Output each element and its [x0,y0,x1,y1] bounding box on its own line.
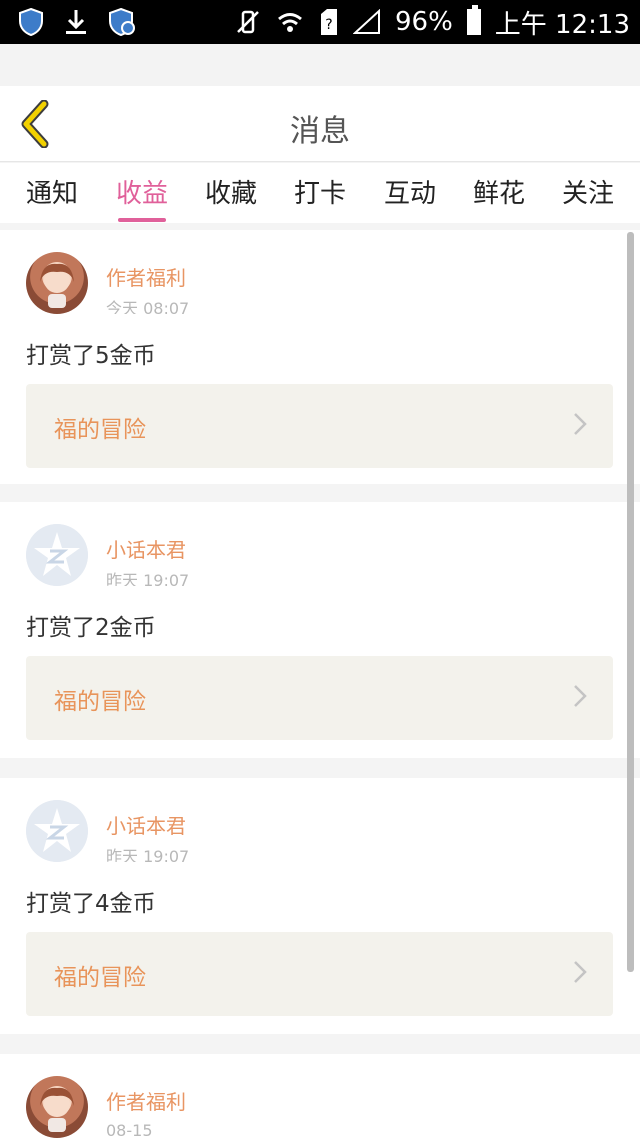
book-link-card[interactable]: 福的冒险 [26,932,613,1016]
book-title: 福的冒险 [54,417,146,443]
chevron-right-icon [574,413,587,435]
tab-checkin[interactable]: 打卡 [294,173,346,210]
sender-name[interactable]: 作者福利 [106,1086,186,1115]
scrollbar[interactable] [627,232,634,972]
sender-name[interactable]: 作者福利 [106,262,186,291]
timestamp: 昨天 19:07 [106,571,190,586]
tab-favorites[interactable]: 收藏 [205,173,257,210]
qq-avatar-icon [26,524,88,586]
top-spacer [0,44,640,86]
message-text: 打赏了4金币 [26,891,156,917]
sender-name[interactable]: 小话本君 [106,810,186,839]
book-link-card[interactable]: 福的冒险 [26,656,613,740]
tab-flowers[interactable]: 鲜花 [473,173,525,210]
chevron-right-icon [574,685,587,707]
qq-avatar-icon [26,800,88,862]
page-title: 消息 [290,114,350,149]
battery-percent: 96% [395,7,453,37]
avatar[interactable] [26,252,88,314]
message-text: 打赏了5金币 [26,343,156,369]
anime-girl-avatar-icon [40,263,74,308]
sim-unknown-icon: ? [319,8,339,36]
status-bar: ? 96% 上午 12:13 [0,0,640,44]
shield-icon [18,8,44,36]
list-item: 小话本君 昨天 19:07 打赏了4金币 福的冒险 [0,778,640,1034]
svg-text:?: ? [325,17,332,33]
battery-icon [466,5,481,35]
list-item: 作者福利 今天 08:07 打赏了5金币 福的冒险 [0,230,640,484]
title-bar: 消息 [0,86,640,162]
sender-name[interactable]: 小话本君 [106,534,186,563]
signal-icon [353,9,381,35]
clock: 上午 12:13 [494,9,630,40]
chevron-right-icon [574,961,587,983]
book-link-card[interactable]: 福的冒险 [26,384,613,468]
list-item: 作者福利 08-15 [0,1054,640,1138]
tab-interactions[interactable]: 互动 [384,173,436,210]
security-shield-icon [108,8,136,36]
tab-bar: 通知 收益 收藏 打卡 互动 鲜花 关注 [0,163,640,223]
message-text: 打赏了2金币 [26,615,156,641]
tab-following[interactable]: 关注 [562,173,614,210]
avatar[interactable] [26,1076,88,1138]
book-title: 福的冒险 [54,965,146,991]
avatar[interactable] [26,800,88,862]
list-item: 小话本君 昨天 19:07 打赏了2金币 福的冒险 [0,502,640,758]
vibrate-off-icon [235,9,261,35]
avatar[interactable] [26,524,88,586]
tab-notifications[interactable]: 通知 [26,173,78,210]
book-title: 福的冒险 [54,689,146,715]
anime-girl-avatar-icon [40,1087,74,1132]
tab-earnings[interactable]: 收益 [116,173,168,222]
timestamp: 08-15 [106,1121,153,1138]
timestamp: 昨天 19:07 [106,847,190,862]
timestamp: 今天 08:07 [106,299,190,314]
download-icon [64,8,88,36]
wifi-icon [275,11,305,33]
